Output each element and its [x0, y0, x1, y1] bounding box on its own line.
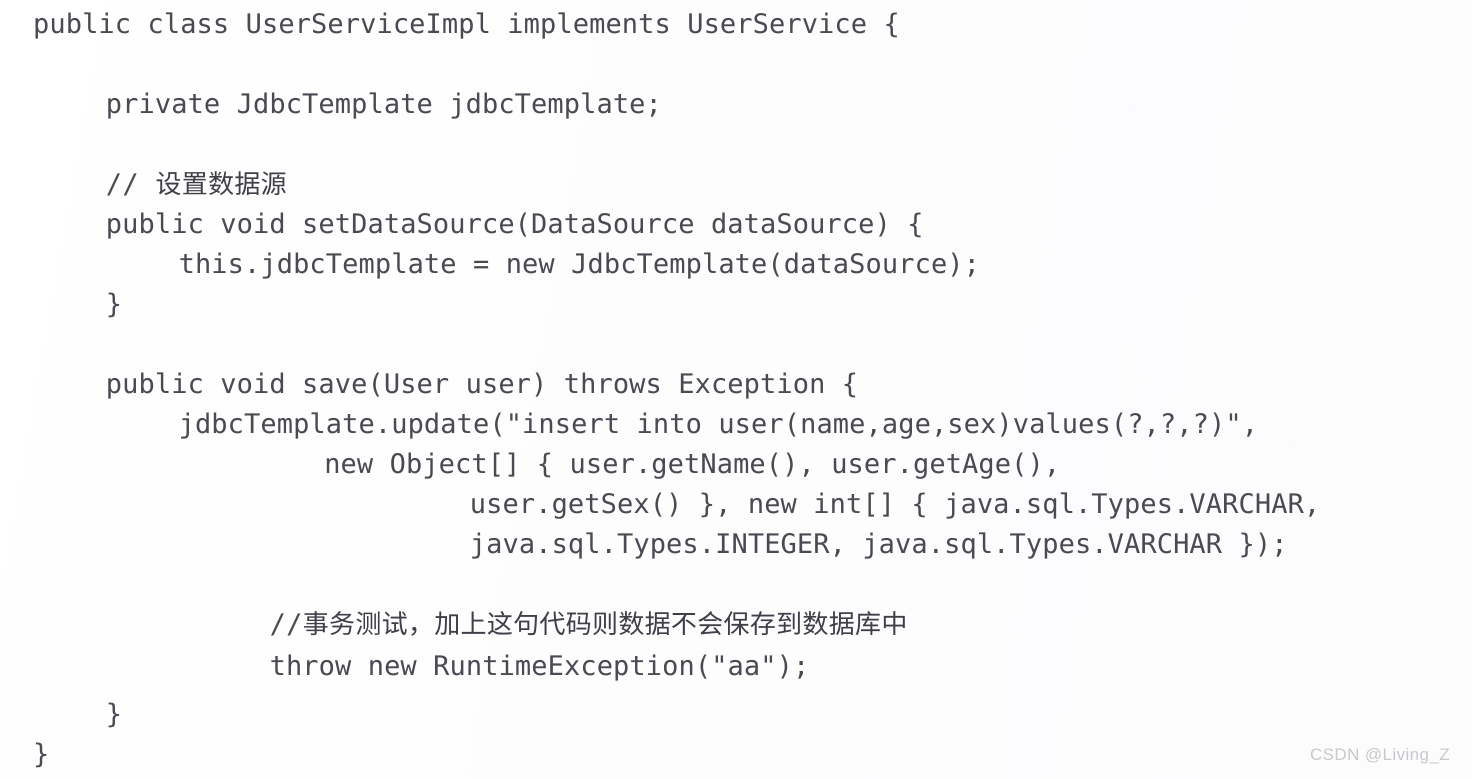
- csdn-watermark: CSDN @Living_Z: [1309, 745, 1450, 764]
- code-line: jdbcTemplate.update("insert into user(na…: [178, 409, 1259, 440]
- code-line: // 设置数据源: [106, 168, 287, 202]
- code-line: java.sql.Types.INTEGER, java.sql.Types.V…: [469, 529, 1288, 560]
- code-line: }: [105, 699, 123, 730]
- comment-text: 事务测试，加上这句代码则数据不会保存到数据库中: [302, 610, 908, 640]
- code-line: public void setDataSource(DataSource dat…: [105, 209, 924, 240]
- code-line: public class UserServiceImpl implements …: [33, 9, 900, 40]
- code-line: user.getSex() }, new int[] { java.sql.Ty…: [469, 489, 1321, 520]
- comment-slashes: //: [269, 609, 303, 640]
- comment-text: 设置数据源: [155, 170, 287, 200]
- code-line: new Object[] { user.getName(), user.getA…: [324, 449, 1061, 480]
- code-block: public class UserServiceImpl implements …: [0, 0, 1472, 779]
- code-line: //事务测试，加上这句代码则数据不会保存到数据库中: [270, 608, 908, 642]
- code-listing-page: public class UserServiceImpl implements …: [0, 0, 1472, 779]
- code-line: private JdbcTemplate jdbcTemplate;: [105, 89, 662, 120]
- code-line: public void save(User user) throws Excep…: [105, 369, 859, 400]
- code-line: }: [33, 739, 50, 770]
- code-line: }: [105, 289, 123, 320]
- code-line: this.jdbcTemplate = new JdbcTemplate(dat…: [178, 249, 981, 280]
- comment-slashes: //: [105, 169, 156, 200]
- code-line: throw new RuntimeException("aa");: [269, 651, 810, 682]
